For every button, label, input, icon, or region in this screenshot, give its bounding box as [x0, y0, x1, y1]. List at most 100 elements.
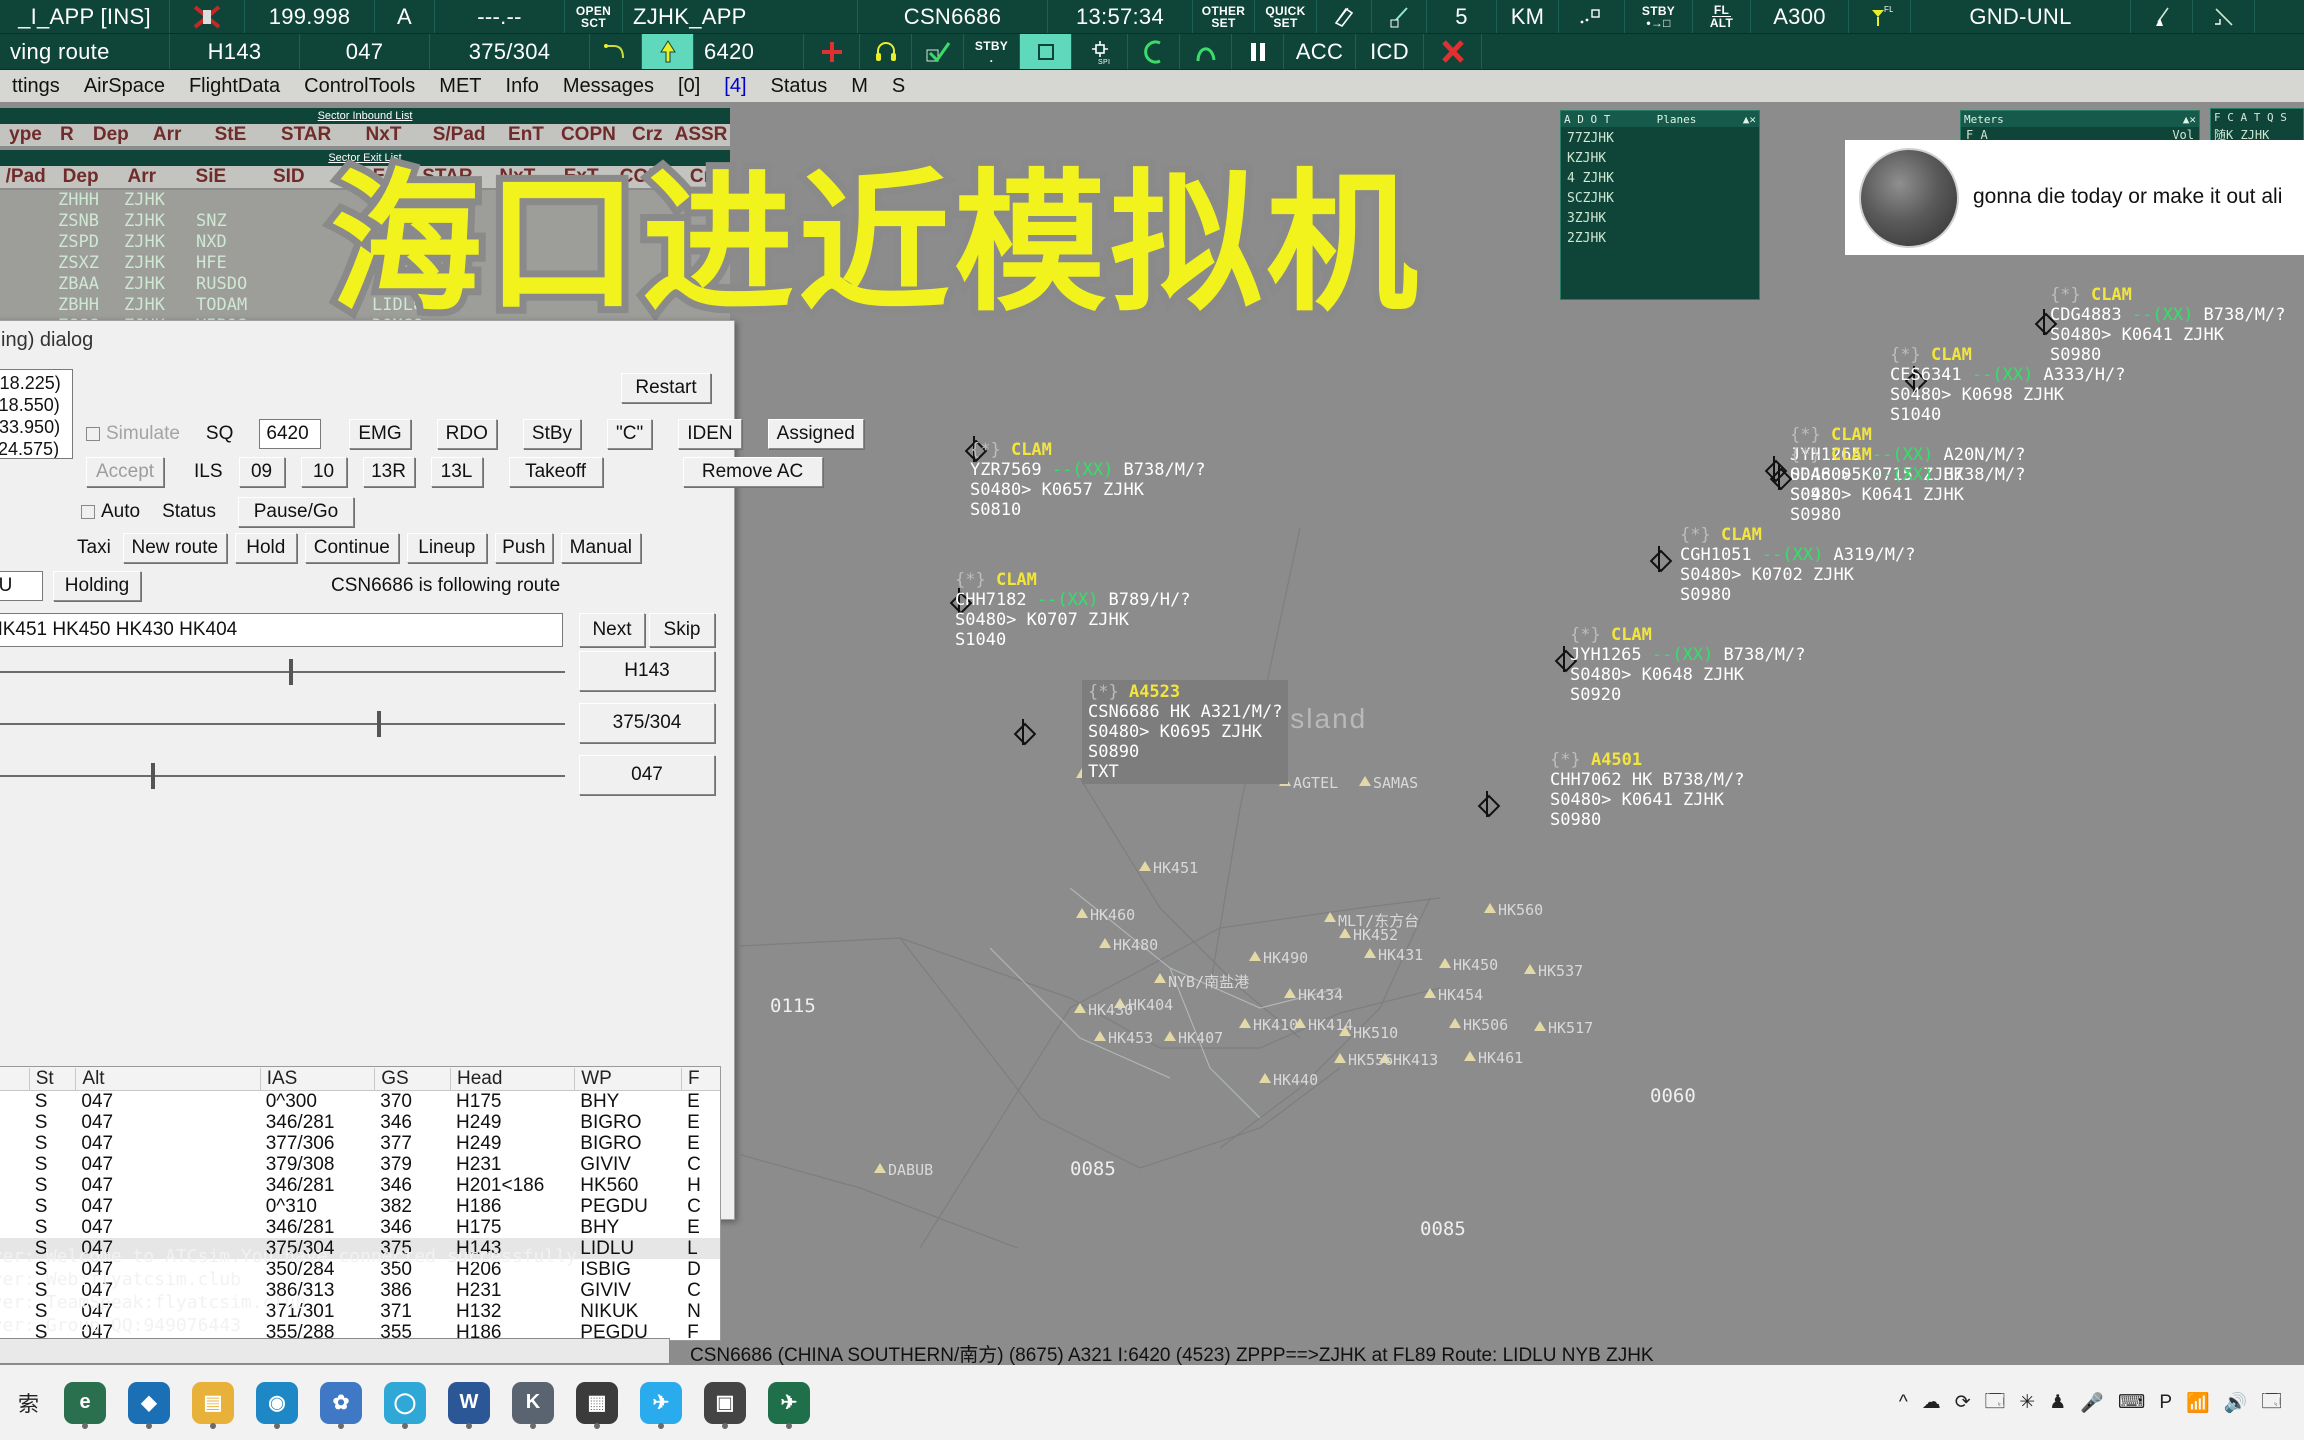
aircraft-data-tag[interactable]: {*} CLAM CDG4883 --(XX) B738/M/? S0480> K0… [2050, 285, 2285, 365]
altitude-filter[interactable]: GND-UNL [1911, 0, 2131, 33]
aircraft-symbol[interactable] [1478, 791, 1496, 817]
frequency-item[interactable]: 4 (124.575) [0, 438, 69, 458]
simulate-checkbox-box[interactable] [86, 427, 100, 441]
leader-line-icon[interactable] [1372, 0, 1427, 33]
aircraft-symbol[interactable] [1014, 719, 1032, 745]
waypoint-marker[interactable] [1424, 988, 1436, 998]
tray-icon[interactable]: ♟ [2049, 1391, 2066, 1414]
aircraft-data-tag[interactable]: {*} CLAM CHH7182 --(XX) B789/H/? S0480> K0… [955, 570, 1190, 650]
altitude-slider[interactable] [0, 761, 565, 791]
pilot-client-dialog[interactable]: ing) dialog R (118.225) B (118.550) A (1… [0, 320, 864, 1341]
waypoint-marker[interactable] [1464, 1051, 1476, 1061]
table-row[interactable]: S 047 379/308 379 H231 GIVIV C [0, 1154, 720, 1175]
tray-icon[interactable]: 🔊 [2224, 1391, 2248, 1415]
waypoint-marker[interactable] [1094, 1031, 1106, 1041]
aircraft-symbol[interactable] [1770, 464, 1788, 490]
waypoint-marker[interactable] [1139, 861, 1151, 871]
waypoint-marker[interactable] [1249, 951, 1261, 961]
route-input[interactable]: U HK451 HK450 HK430 HK404 [0, 613, 563, 647]
chat-input[interactable] [0, 1338, 670, 1364]
waypoint-marker[interactable] [1524, 964, 1536, 974]
crossed-antenna-icon[interactable] [170, 0, 245, 33]
taskbar-tray[interactable]: ^ ☁ ⟳ 🗔 ✳ ♟ 🎤 ⌨ P 📶 🔊 🗔 [1899, 1387, 2304, 1419]
menu-item-count-0[interactable]: [0] [666, 75, 712, 98]
aircraft-symbol[interactable] [1650, 546, 1668, 572]
ruler-tool-icon[interactable] [2193, 0, 2255, 33]
lu-input[interactable]: LU [0, 571, 43, 601]
push-button[interactable]: Push [494, 533, 553, 563]
pause-icon[interactable] [1232, 34, 1284, 69]
waypoint-marker[interactable] [1339, 1026, 1351, 1036]
browser-icon[interactable]: ◯ [373, 1371, 437, 1435]
waypoint-marker[interactable] [1154, 973, 1166, 983]
waypoint-marker[interactable] [1164, 1031, 1176, 1041]
ils-10-button[interactable]: 10 [300, 457, 347, 487]
red-x-icon[interactable] [1424, 34, 1482, 69]
brush-icon[interactable] [1317, 0, 1372, 33]
frequency-list[interactable]: R (118.225) B (118.550) A (133.950) 4 (1… [0, 369, 73, 459]
aircraft-type-display[interactable]: A300 [1751, 0, 1849, 33]
telegram-icon[interactable]: ✈ [629, 1371, 693, 1435]
lineup-button[interactable]: Lineup [406, 533, 487, 563]
waypoint-marker[interactable] [874, 1163, 886, 1173]
aircraft-data-tag[interactable]: {*} CLAM YZR7569 --(XX) B738/M/? S0480> K0… [970, 440, 1205, 520]
menu-item-s[interactable]: S [880, 75, 917, 98]
tray-icon[interactable]: ⌨ [2118, 1391, 2145, 1414]
assigned-button[interactable]: Assigned [767, 419, 864, 449]
aircraft-data-tag[interactable]: {*} CLAM CGH1051 --(XX) A319/M/? S0480> K0… [1680, 525, 1915, 605]
taskbar-search-label[interactable]: 索 [4, 1388, 53, 1418]
windows-taskbar[interactable]: 索 e ◆ ▤ ◉ ✿ ◯ W K ▦ ✈ ▣ ✈ ^ ☁ ⟳ 🗔 ✳ ♟ 🎤 ⌨ P 📶 🔊 🗔 [0, 1365, 2304, 1440]
menu-item-met[interactable]: MET [427, 75, 493, 98]
menu-item-messages[interactable]: Messages [551, 75, 666, 98]
headset-icon[interactable] [860, 34, 912, 69]
spi-icon[interactable]: SPI [1072, 34, 1128, 69]
waypoint-marker[interactable] [1359, 776, 1371, 786]
tray-icon[interactable]: 🎤 [2080, 1391, 2104, 1415]
menu-bar[interactable]: ttings AirSpace FlightData ControlTools … [0, 70, 2304, 102]
settings-icon[interactable]: ✿ [309, 1371, 373, 1435]
squawk-code[interactable]: 6420 [694, 34, 804, 69]
taskbar-left[interactable]: 索 e ◆ ▤ ◉ ✿ ◯ W K ▦ ✈ ▣ ✈ [0, 1371, 821, 1435]
menu-item-controltools[interactable]: ControlTools [292, 75, 427, 98]
recorder-icon[interactable]: ▣ [693, 1371, 757, 1435]
waypoint-marker[interactable] [1449, 1018, 1461, 1028]
tray-icon[interactable]: ^ [1899, 1392, 1908, 1414]
menu-item-flightdata[interactable]: FlightData [177, 75, 292, 98]
skip-button[interactable]: Skip [649, 613, 715, 647]
menu-item-settings[interactable]: ttings [0, 75, 72, 98]
curve-icon[interactable] [1180, 34, 1232, 69]
heading-slider-thumb[interactable] [289, 659, 293, 685]
wind-fl-icon[interactable]: FL [1849, 0, 1911, 33]
tray-icon[interactable]: ☁ [1922, 1391, 1941, 1414]
remove-ac-button[interactable]: Remove AC [682, 457, 823, 487]
plane-up-icon[interactable] [642, 34, 694, 69]
emg-button[interactable]: EMG [349, 419, 411, 449]
squawk-input[interactable]: 6420 [259, 419, 322, 449]
tray-icon[interactable]: ✳ [2019, 1391, 2035, 1414]
status-row[interactable]: Auto Status Pause/Go [81, 497, 354, 527]
speed-readout-box[interactable]: 375/304 [579, 703, 715, 743]
chart-icon[interactable]: ▦ [565, 1371, 629, 1435]
next-button[interactable]: Next [579, 613, 645, 647]
square-icon[interactable] [1020, 34, 1072, 69]
accept-button[interactable]: Accept [86, 457, 164, 487]
table-row[interactable]: S 047 346/281 346 H175 BHY E [0, 1217, 720, 1238]
menu-item-status[interactable]: Status [759, 75, 840, 98]
table-row[interactable]: S 047 0^300 370 H175 BHY E [0, 1091, 720, 1112]
acc-button[interactable]: ACC [1284, 34, 1356, 69]
other-set-button[interactable]: OTHER SET [1193, 0, 1255, 33]
history-dots-icon[interactable] [1559, 0, 1625, 33]
pause-go-button[interactable]: Pause/Go [237, 497, 354, 527]
aircraft-data-tag[interactable]: {*} CLAM ODA6005 --(XX) B738/M/? S0480> K0… [1790, 445, 2025, 525]
table-row[interactable]: S 047 346/281 346 H249 BIGRO E [0, 1112, 720, 1133]
aircraft-data-tag[interactable]: {*} A4523 CSN6686 HK A321/M/? S0480> K0695… [1082, 680, 1289, 784]
heading-readout[interactable]: H143 [170, 34, 300, 69]
kook-icon[interactable]: K [501, 1371, 565, 1435]
red-cross-icon[interactable] [804, 34, 860, 69]
aircraft-data-tag[interactable]: {*} A4501 CHH7062 HK B738/M/? S0480> K0641… [1550, 750, 1744, 830]
speed-readout[interactable]: 375/304 [430, 34, 590, 69]
tray-icon[interactable]: 📶 [2186, 1391, 2210, 1415]
taxi-row[interactable]: Taxi New route Hold Continue Lineup Push… [77, 533, 641, 563]
continue-button[interactable]: Continue [304, 533, 399, 563]
waypoint-marker[interactable] [1294, 1018, 1306, 1028]
